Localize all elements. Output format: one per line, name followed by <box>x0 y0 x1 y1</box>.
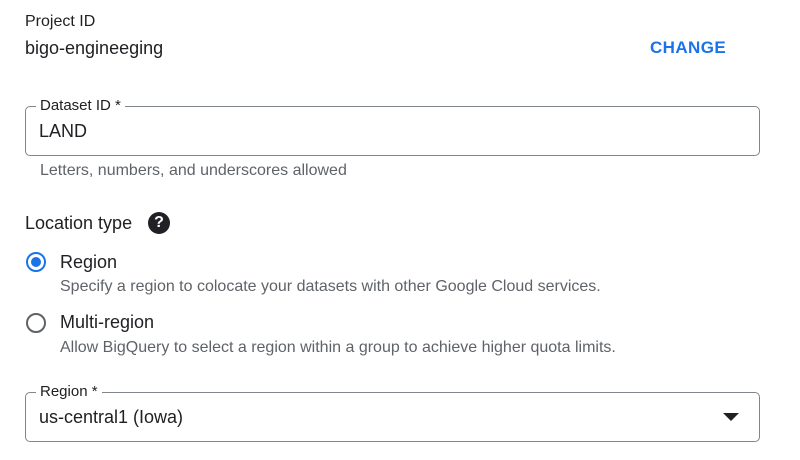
location-type-label: Location type <box>25 213 133 233</box>
region-radio-label[interactable]: Region <box>60 252 117 273</box>
project-id-value: bigo-engineeging <box>25 38 164 58</box>
dataset-id-label: Dataset ID * <box>36 97 125 115</box>
multi-region-description: Allow BigQuery to select a region within… <box>60 339 616 356</box>
multi-region-radio[interactable] <box>26 313 46 333</box>
help-icon[interactable]: ? <box>148 212 170 234</box>
dataset-id-hint: Letters, numbers, and underscores allowe… <box>40 162 347 179</box>
dropdown-arrow-icon[interactable] <box>723 413 739 421</box>
region-select-value[interactable]: us-central1 (Iowa) <box>39 407 183 427</box>
region-label: Region * <box>36 383 102 401</box>
multi-region-radio-label[interactable]: Multi-region <box>60 312 154 333</box>
change-project-button[interactable]: CHANGE <box>650 38 726 58</box>
project-id-label: Project ID <box>25 13 96 30</box>
dataset-id-input[interactable]: LAND <box>39 121 87 141</box>
region-description: Specify a region to colocate your datase… <box>60 278 601 295</box>
dataset-id-field[interactable]: Dataset ID * LAND <box>25 97 760 156</box>
region-select[interactable]: Region * us-central1 (Iowa) <box>25 383 760 442</box>
region-radio[interactable] <box>26 252 46 272</box>
